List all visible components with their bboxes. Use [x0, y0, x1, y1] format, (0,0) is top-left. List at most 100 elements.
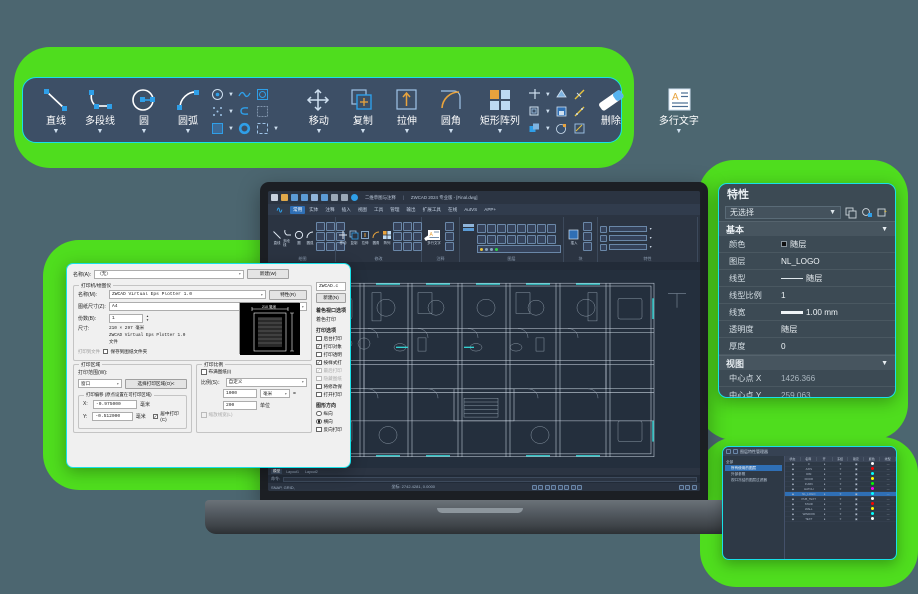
chevron-down-icon[interactable]: ▼ — [545, 92, 551, 98]
layer-freeze-cell[interactable]: ☀ — [833, 497, 849, 501]
layout-tab-layout1[interactable]: Layout1 — [284, 470, 301, 474]
status-right-group[interactable] — [678, 484, 697, 490]
ribbon-tab-autvs[interactable]: AutVS — [461, 206, 480, 213]
mirror-icon[interactable] — [527, 121, 542, 136]
ribbon-button-polyline[interactable]: 多段线 — [283, 227, 293, 247]
chevron-down-icon[interactable]: ▼ — [675, 128, 682, 135]
property-color-combo[interactable] — [609, 226, 647, 232]
layer-on-cell[interactable]: ● — [817, 517, 833, 521]
ribbon-button-stretch[interactable]: 拉伸 — [360, 229, 370, 245]
layer-color-cell[interactable] — [864, 462, 880, 466]
workspace-icon[interactable] — [351, 194, 358, 201]
chevron-down-icon[interactable]: ▼ — [97, 128, 104, 135]
page-setup-combo[interactable]: 〈无〉 ▾ — [94, 269, 245, 279]
wipeout-icon[interactable] — [255, 104, 270, 119]
new-layer-icon[interactable] — [726, 449, 731, 454]
property-row-linetype[interactable]: 线型 随层 — [719, 270, 895, 287]
property-lineweight-combo[interactable] — [609, 244, 647, 250]
save-folder-checkbox[interactable]: 保存到图纸文件夹 — [102, 349, 147, 355]
block-icon[interactable] — [403, 232, 412, 241]
layer-change-icon[interactable] — [527, 235, 536, 244]
ribbon-tab-home[interactable]: 常用 — [290, 205, 306, 214]
toggle-value-icon[interactable]: + — [877, 207, 889, 219]
property-linetype-icon[interactable] — [600, 234, 607, 242]
property-color-icon[interactable] — [600, 225, 607, 233]
gradient-icon[interactable] — [403, 242, 412, 251]
layer-vp-icon[interactable] — [547, 235, 556, 244]
property-row-layer[interactable]: 图层 NL_LOGO — [719, 253, 895, 270]
layer-manager-toolbar[interactable]: 图层特性管理器 — [723, 447, 896, 456]
layer-previous-icon[interactable] — [537, 223, 546, 233]
layer-on-cell[interactable]: ● — [817, 507, 833, 511]
edit-hatch-icon[interactable] — [572, 121, 587, 136]
trim-icon[interactable] — [393, 222, 402, 231]
layer-color-cell[interactable] — [864, 502, 880, 506]
layer-freeze-cell[interactable]: ☀ — [833, 512, 849, 516]
plot-icon[interactable] — [311, 194, 318, 201]
layer-on-cell[interactable]: ● — [817, 502, 833, 506]
layer-unlock-icon[interactable] — [517, 223, 526, 233]
chevron-down-icon[interactable]: ▼ — [53, 128, 60, 135]
otrack-toggle-icon[interactable] — [564, 484, 570, 490]
layer-copy-icon[interactable] — [537, 235, 546, 244]
region-icon[interactable] — [255, 87, 270, 102]
layer-on-indicator[interactable] — [480, 247, 483, 251]
ribbon-button-arc[interactable]: 圆弧 — [305, 229, 315, 245]
table-icon[interactable] — [445, 242, 454, 251]
scale-denominator-input[interactable]: 200 — [223, 400, 257, 410]
layer-lock-cell[interactable]: ▣ — [848, 472, 864, 476]
layer-lock-cell[interactable]: ▣ — [848, 487, 864, 491]
layer-color-cell[interactable] — [864, 472, 880, 476]
scale-lineweight-checkbox[interactable]: 缩放线宽(L) — [201, 412, 233, 418]
chevron-down-icon[interactable]: ▼ — [228, 126, 234, 132]
layer-freeze-cell[interactable]: ☀ — [833, 487, 849, 491]
spline-icon[interactable] — [237, 87, 252, 102]
create-block-icon[interactable] — [583, 222, 592, 231]
chevron-down-icon[interactable]: ▼ — [496, 128, 503, 135]
property-value-lineweight[interactable]: 1.00 mm — [781, 308, 895, 317]
tool-polyline[interactable]: 多段线 ▼ — [78, 82, 122, 135]
layer-on-cell[interactable]: ● — [817, 477, 833, 481]
spline-icon[interactable] — [326, 222, 335, 231]
layer-lock-cell[interactable]: ▣ — [848, 512, 864, 516]
modify-small-buttons[interactable] — [393, 222, 422, 251]
block-icon[interactable] — [554, 104, 569, 119]
edit-hatch-icon[interactable] — [413, 242, 422, 251]
option-open-plot[interactable]: 打开打印 — [316, 392, 346, 398]
tool-stretch[interactable]: 拉伸 ▼ — [385, 82, 429, 135]
layer-on-cell[interactable]: ● — [817, 512, 833, 516]
property-value-layer[interactable]: NL_LOGO — [781, 257, 895, 266]
mirror-icon[interactable] — [393, 242, 402, 251]
property-linetype-combo[interactable] — [609, 235, 647, 241]
explode-icon[interactable] — [554, 87, 569, 102]
option-save-changes[interactable]: 将修改保 — [316, 384, 346, 390]
layer-tool-row-1[interactable] — [477, 223, 556, 233]
layer-color-cell[interactable] — [864, 482, 880, 486]
chevron-down-icon[interactable]: ▼ — [649, 227, 652, 231]
layer-filter-tree[interactable]: 全部 所有使用的图层 外部参照 视口冻结的图层过滤器 — [723, 456, 785, 559]
tree-item-vp-filter[interactable]: 视口冻结的图层过滤器 — [725, 477, 782, 483]
property-value-color[interactable]: 随层 — [781, 238, 895, 250]
layer-freeze-cell[interactable]: ☀ — [833, 492, 849, 496]
layer-freeze-cell[interactable]: ☀ — [833, 467, 849, 471]
tool-arc[interactable]: 圆弧 ▼ — [166, 82, 210, 135]
layer-color-indicator[interactable] — [495, 247, 498, 251]
revision-cloud-icon[interactable] — [237, 104, 252, 119]
layer-linetype-cell[interactable]: — — [880, 507, 896, 511]
center-print-checkbox[interactable]: ✓ 居中打印(C) — [152, 411, 182, 422]
scale-numerator-input[interactable]: 1000 — [223, 389, 257, 398]
layer-color-cell[interactable] — [864, 512, 880, 516]
polar-toggle-icon[interactable] — [551, 484, 557, 490]
property-row-center-x[interactable]: 中心点 X 1426.366 — [719, 370, 895, 387]
new-icon[interactable] — [271, 194, 278, 201]
tool-erase[interactable]: 删除 — [587, 82, 635, 127]
osnap-toggle-icon[interactable] — [557, 484, 563, 490]
layer-isolate-icon[interactable] — [487, 223, 496, 233]
property-value-linetype-scale[interactable]: 1 — [781, 291, 895, 300]
redo-icon[interactable] — [341, 194, 348, 201]
edit-polyline-icon[interactable] — [413, 222, 422, 231]
dynamic-input-icon[interactable] — [577, 484, 583, 490]
workspace-switch-icon[interactable] — [685, 484, 691, 490]
chevron-down-icon[interactable]: ▼ — [141, 128, 148, 135]
chevron-down-icon[interactable]: ▼ — [228, 92, 234, 98]
